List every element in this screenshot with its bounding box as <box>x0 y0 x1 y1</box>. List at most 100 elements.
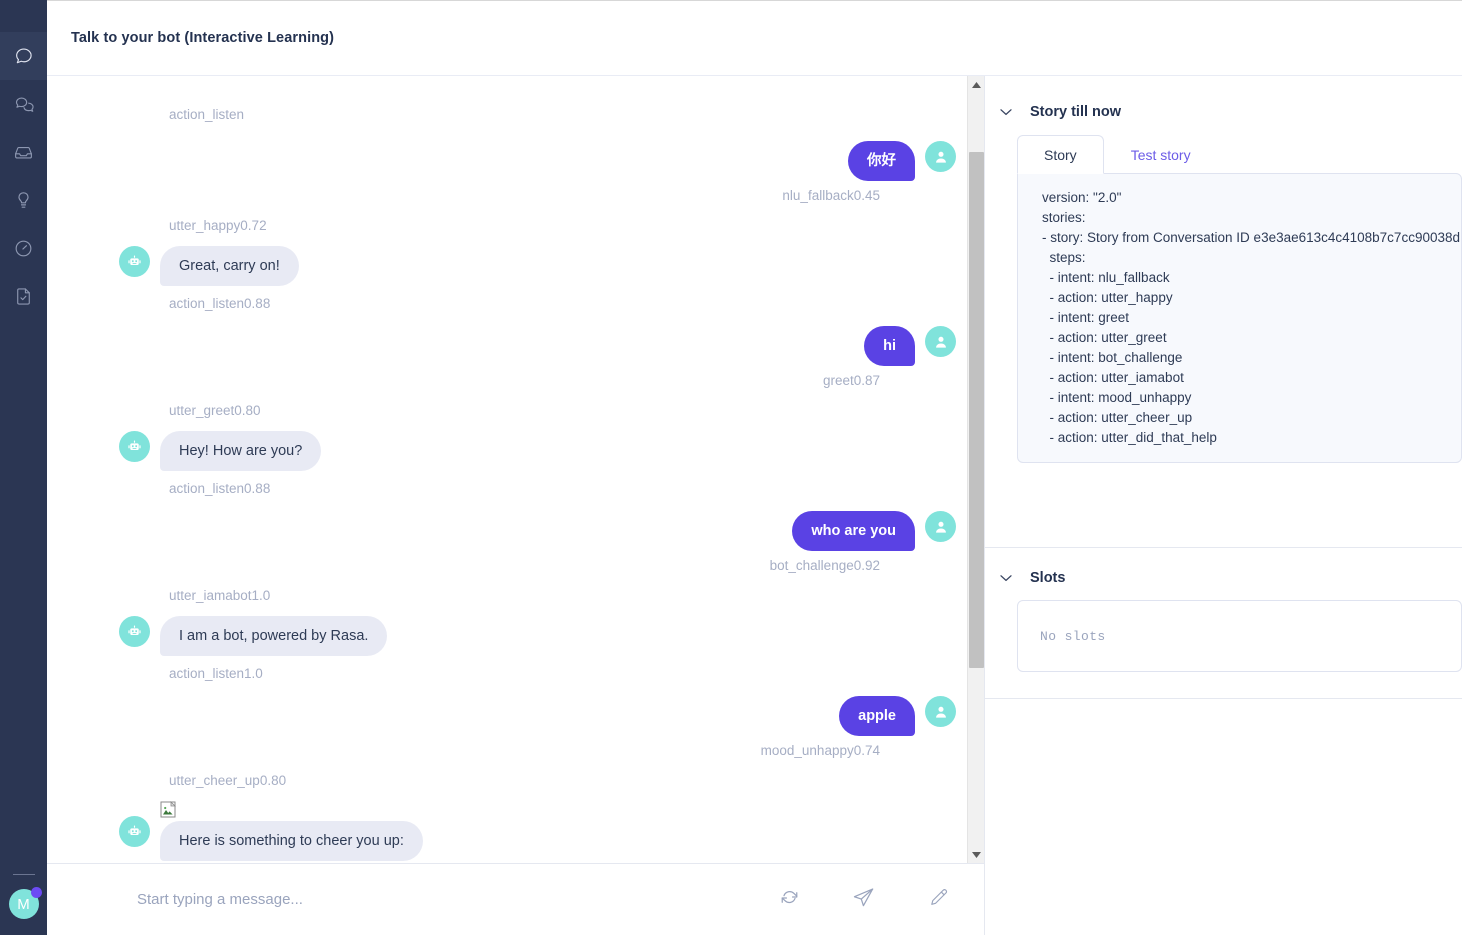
message-bubble-bot: Great, carry on! <box>160 246 299 286</box>
story-line: - action: utter_greet <box>1042 330 1167 345</box>
slots-empty-text: No slots <box>1040 628 1106 644</box>
story-tabs: Story Test story <box>1017 134 1462 174</box>
right-panel: Story till now Story Test story version:… <box>985 76 1462 935</box>
sidebar-item-conversations[interactable] <box>0 80 47 128</box>
page-title: Talk to your bot (Interactive Learning) <box>71 30 335 46</box>
message-row-user-nihao: 你好 <box>119 141 956 181</box>
user-avatar-icon <box>925 141 956 172</box>
message-row-user-whoareyou: who are you <box>119 511 956 551</box>
event-label-greet: greet0.87 <box>822 373 880 388</box>
user-avatar-icon <box>925 326 956 357</box>
restart-button[interactable] <box>776 887 802 913</box>
event-label-nlu-fallback: nlu_fallback0.45 <box>782 188 880 203</box>
story-line: - action: utter_cheer_up <box>1042 410 1193 425</box>
message-bubble-bot: Here is something to cheer you up: <box>160 821 423 861</box>
panel-divider <box>985 698 1462 699</box>
event-label-action-listen-3: action_listen0.88 <box>169 481 271 496</box>
event-label-utter-iamabot: utter_iamabot1.0 <box>169 588 271 603</box>
message-row-user-hi: hi <box>119 326 956 366</box>
story-section: Story till now Story Test story version:… <box>985 76 1462 548</box>
event-label-utter-happy: utter_happy0.72 <box>169 218 267 233</box>
scrollbar-thumb[interactable] <box>969 152 984 668</box>
left-sidebar-rail: M <box>0 0 47 935</box>
rail-divider <box>12 874 35 875</box>
slots-section: Slots No slots <box>985 548 1462 699</box>
slots-box: No slots <box>1017 600 1462 672</box>
message-row-bot-iamabot: I am a bot, powered by Rasa. <box>119 616 956 656</box>
bot-avatar-icon <box>119 616 150 647</box>
document-check-icon <box>13 286 34 307</box>
message-bubble-bot: I am a bot, powered by Rasa. <box>160 616 388 656</box>
message-bubble-user: 你好 <box>848 141 915 181</box>
story-line: - intent: bot_challenge <box>1042 350 1183 365</box>
story-line: - intent: nlu_fallback <box>1042 270 1170 285</box>
composer-actions <box>776 887 962 913</box>
broken-image-icon <box>160 801 178 819</box>
chat-bubble-icon <box>14 46 34 66</box>
slots-section-title: Slots <box>1030 570 1066 586</box>
user-avatar-icon <box>925 511 956 542</box>
event-label-bot-challenge: bot_challenge0.92 <box>769 558 880 573</box>
story-line: - action: utter_did_that_help <box>1042 430 1217 445</box>
message-bubble-user: hi <box>864 326 915 366</box>
story-line: - action: utter_iamabot <box>1042 370 1184 385</box>
refresh-icon <box>779 887 800 913</box>
send-icon <box>852 886 875 914</box>
bot-avatar-icon <box>119 246 150 277</box>
message-composer <box>47 863 984 935</box>
scroll-down-arrow-icon[interactable] <box>968 846 984 863</box>
app-root: M Talk to your bot (Interactive Learning… <box>0 0 1462 935</box>
message-bubble-bot: Hey! How are you? <box>160 431 322 471</box>
message-row-bot-hey: Hey! How are you? <box>119 431 956 471</box>
story-line: steps: <box>1042 250 1086 265</box>
user-avatar-container[interactable]: M <box>8 887 42 919</box>
story-section-header[interactable]: Story till now <box>985 76 1462 134</box>
gauge-icon <box>13 238 34 259</box>
conversations-icon <box>13 94 34 115</box>
edit-button[interactable] <box>924 887 950 913</box>
event-label-action-listen-2: action_listen0.88 <box>169 296 271 311</box>
message-row-user-apple: apple <box>119 696 956 736</box>
bot-avatar-icon <box>119 431 150 462</box>
chat-panel: action_listen 你好 nlu_fallback0.45 utter_… <box>47 76 985 935</box>
send-button[interactable] <box>850 887 876 913</box>
story-yaml-box[interactable]: version: "2.0" stories: - story: Story f… <box>1017 173 1462 463</box>
sidebar-item-training[interactable] <box>0 272 47 320</box>
pencil-icon <box>927 887 948 913</box>
slots-section-header[interactable]: Slots <box>985 548 1462 600</box>
sidebar-item-analytics[interactable] <box>0 224 47 272</box>
chat-scroll-area[interactable]: action_listen 你好 nlu_fallback0.45 utter_… <box>47 76 984 863</box>
bot-message-with-image: Here is something to cheer you up: <box>150 801 423 861</box>
story-section-title: Story till now <box>1030 104 1122 120</box>
story-line: - intent: greet <box>1042 310 1130 325</box>
chevron-down-icon[interactable] <box>999 572 1012 585</box>
message-row-bot-great: Great, carry on! <box>119 246 956 286</box>
page-header: Talk to your bot (Interactive Learning) <box>47 1 1462 76</box>
chat-scrollbar[interactable] <box>967 76 984 863</box>
tab-story[interactable]: Story <box>1017 135 1104 174</box>
user-avatar-icon <box>925 696 956 727</box>
sidebar-item-nlu-insights[interactable] <box>0 176 47 224</box>
tab-test-story[interactable]: Test story <box>1104 135 1218 174</box>
story-line: - story: Story from Conversation ID e3e3… <box>1042 230 1460 245</box>
body-row: action_listen 你好 nlu_fallback0.45 utter_… <box>47 76 1462 935</box>
event-label-utter-greet: utter_greet0.80 <box>169 403 261 418</box>
bot-avatar-icon <box>119 816 150 847</box>
sidebar-item-inbox[interactable] <box>0 128 47 176</box>
event-label-utter-cheer-up: utter_cheer_up0.80 <box>169 773 287 788</box>
inbox-icon <box>13 142 34 163</box>
message-bubble-user: who are you <box>792 511 915 551</box>
lightbulb-icon <box>13 190 34 211</box>
story-line: version: "2.0" <box>1042 190 1122 205</box>
message-input[interactable] <box>75 890 776 909</box>
story-line: - intent: mood_unhappy <box>1042 390 1192 405</box>
message-row-bot-cheerup: Here is something to cheer you up: <box>119 801 956 861</box>
chat-message-list: action_listen 你好 nlu_fallback0.45 utter_… <box>47 76 984 863</box>
message-bubble-user: apple <box>839 696 915 736</box>
event-label-action-listen-4: action_listen1.0 <box>169 666 263 681</box>
event-label-mood-unhappy: mood_unhappy0.74 <box>760 743 880 758</box>
scroll-up-arrow-icon[interactable] <box>968 76 984 93</box>
event-label-action-listen: action_listen <box>169 107 245 122</box>
chevron-down-icon[interactable] <box>999 106 1012 119</box>
sidebar-item-talk-to-bot[interactable] <box>0 32 47 80</box>
